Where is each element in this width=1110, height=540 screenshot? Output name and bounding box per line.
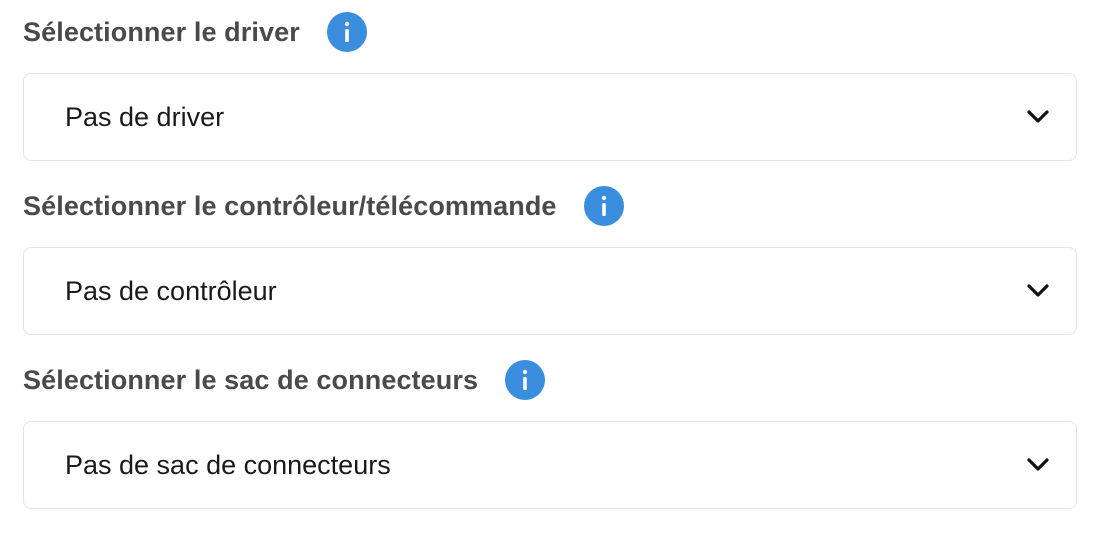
- connector-bag-select-value: Pas de sac de connecteurs: [65, 449, 391, 480]
- connector-bag-label-row: Sélectionner le sac de connecteurs: [23, 360, 546, 400]
- chevron-down-icon: [1027, 284, 1049, 297]
- controller-select[interactable]: Pas de contrôleur: [23, 247, 1077, 335]
- controller-label: Sélectionner le contrôleur/télécommande: [23, 190, 557, 221]
- connector-bag-label: Sélectionner le sac de connecteurs: [23, 364, 479, 395]
- driver-label: Sélectionner le driver: [23, 16, 300, 47]
- chevron-down-icon: [1027, 458, 1049, 471]
- product-options-form: Sélectionner le driver Pas de driver Sél…: [0, 0, 1110, 540]
- driver-select[interactable]: Pas de driver: [23, 73, 1077, 161]
- controller-select-value: Pas de contrôleur: [65, 275, 277, 306]
- driver-select-value: Pas de driver: [65, 101, 225, 132]
- info-icon[interactable]: [326, 12, 367, 52]
- driver-label-row: Sélectionner le driver: [23, 12, 367, 52]
- info-icon[interactable]: [583, 186, 624, 226]
- connector-bag-select[interactable]: Pas de sac de connecteurs: [23, 421, 1077, 509]
- info-icon[interactable]: [505, 360, 546, 400]
- chevron-down-icon: [1027, 110, 1049, 123]
- controller-label-row: Sélectionner le contrôleur/télécommande: [23, 186, 624, 226]
